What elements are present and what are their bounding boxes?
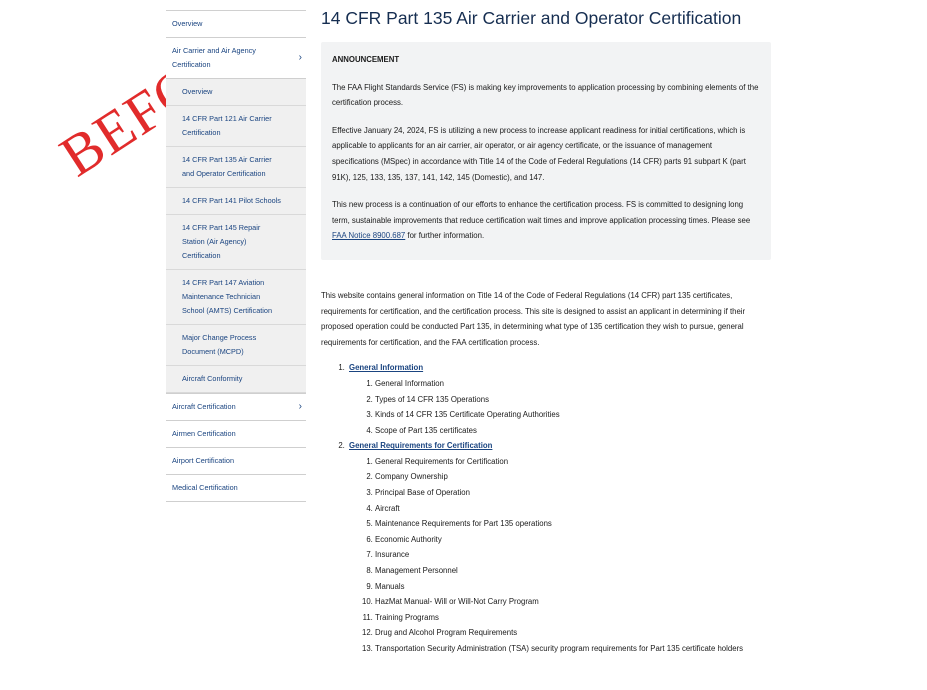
toc-section: General Requirements for Certification G…	[347, 438, 771, 656]
main-content: 14 CFR Part 135 Air Carrier and Operator…	[321, 0, 771, 657]
announcement-paragraph: This new process is a continuation of ou…	[332, 197, 760, 244]
chevron-right-icon: ›	[298, 401, 302, 412]
toc-item: Scope of Part 135 certificates	[375, 423, 771, 439]
announcement-heading: ANNOUNCEMENT	[332, 55, 400, 64]
toc-item: Aircraft	[375, 501, 771, 517]
toc-item: HazMat Manual- Will or Will-Not Carry Pr…	[375, 594, 771, 610]
intro-paragraph: This website contains general informatio…	[321, 290, 746, 347]
toc-sublist: General Information Types of 14 CFR 135 …	[349, 376, 771, 438]
sidebar-item-air-carrier-agency[interactable]: Air Carrier and Air Agency Certification…	[166, 38, 306, 79]
toc-item: Transportation Security Administration (…	[375, 641, 771, 657]
toc-item: Maintenance Requirements for Part 135 op…	[375, 516, 771, 532]
sidebar-subitem-overview[interactable]: Overview	[166, 79, 306, 106]
sidebar-item-airmen-certification[interactable]: Airmen Certification	[166, 421, 306, 448]
page-title: 14 CFR Part 135 Air Carrier and Operator…	[321, 8, 742, 28]
sidebar-subitem-mcpd[interactable]: Major Change Process Document (MCPD)	[166, 325, 306, 366]
sidebar-subitem-part-147[interactable]: 14 CFR Part 147 Aviation Maintenance Tec…	[166, 270, 306, 325]
toc-item: Insurance	[375, 547, 771, 563]
toc-section: General Information General Information …	[347, 360, 771, 438]
sidebar-subitem-aircraft-conformity[interactable]: Aircraft Conformity	[166, 366, 306, 393]
toc-sublist: General Requirements for Certification C…	[349, 454, 771, 657]
toc-item: Kinds of 14 CFR 135 Certificate Operatin…	[375, 407, 771, 423]
toc-item: Training Programs	[375, 610, 771, 626]
sidebar-item-overview[interactable]: Overview	[166, 11, 306, 38]
sidebar-item-label: Aircraft Certification	[172, 402, 236, 411]
sidebar-subitem-part-121[interactable]: 14 CFR Part 121 Air Carrier Certificatio…	[166, 106, 306, 147]
toc-item: Management Personnel	[375, 563, 771, 579]
toc-item: Company Ownership	[375, 469, 771, 485]
toc-item: General Requirements for Certification	[375, 454, 771, 470]
sidebar-subnav: Overview 14 CFR Part 121 Air Carrier Cer…	[166, 79, 306, 394]
sidebar-nav: Overview Air Carrier and Air Agency Cert…	[166, 10, 306, 502]
sidebar-subitem-part-145[interactable]: 14 CFR Part 145 Repair Station (Air Agen…	[166, 215, 306, 270]
toc-item: Principal Base of Operation	[375, 485, 771, 501]
announcement-text: This new process is a continuation of ou…	[332, 200, 751, 225]
announcement-paragraph: The FAA Flight Standards Service (FS) is…	[332, 82, 759, 108]
toc-section-link[interactable]: General Information	[349, 363, 423, 372]
toc-item: Drug and Alcohol Program Requirements	[375, 625, 771, 641]
announcement-box: ANNOUNCEMENT The FAA Flight Standards Se…	[321, 42, 771, 260]
toc-item: General Information	[375, 376, 771, 392]
sidebar-item-medical-certification[interactable]: Medical Certification	[166, 475, 306, 502]
toc-section-link[interactable]: General Requirements for Certification	[349, 441, 492, 450]
faa-notice-link[interactable]: FAA Notice 8900.687	[332, 231, 405, 240]
sidebar-subitem-part-141[interactable]: 14 CFR Part 141 Pilot Schools	[166, 188, 306, 215]
toc-item: Manuals	[375, 579, 771, 595]
announcement-text: for further information.	[405, 231, 485, 241]
announcement-paragraph: Effective January 24, 2024, FS is utiliz…	[332, 125, 746, 182]
sidebar-subitem-part-135[interactable]: 14 CFR Part 135 Air Carrier and Operator…	[166, 147, 306, 188]
sidebar-item-aircraft-certification[interactable]: Aircraft Certification ›	[166, 394, 306, 421]
chevron-right-icon: ›	[298, 52, 302, 63]
toc-list: General Information General Information …	[321, 360, 771, 656]
sidebar-item-airport-certification[interactable]: Airport Certification	[166, 448, 306, 475]
toc-item: Types of 14 CFR 135 Operations	[375, 392, 771, 408]
sidebar-item-label: Air Carrier and Air Agency Certification	[172, 46, 256, 69]
toc-item: Economic Authority	[375, 532, 771, 548]
